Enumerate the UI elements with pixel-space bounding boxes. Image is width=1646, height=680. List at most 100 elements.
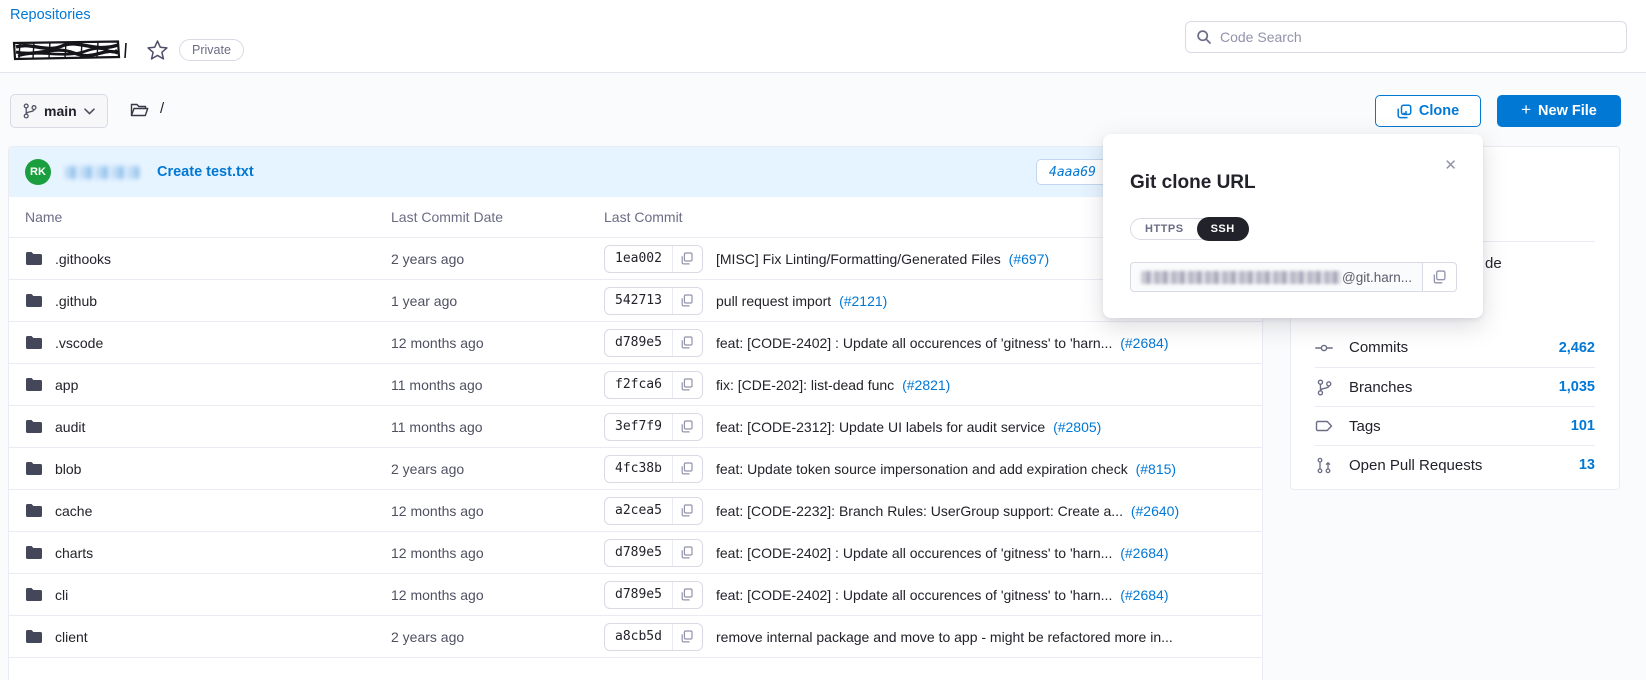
clone-url-input[interactable]: @git.harn... <box>1130 262 1423 292</box>
commit-sha-pill[interactable]: d789e5 <box>604 581 703 609</box>
latest-commit-message-link[interactable]: Create test.txt <box>157 164 254 180</box>
table-row[interactable]: .githooks 2 years ago 1ea002 [MISC] Fix … <box>9 238 1262 280</box>
last-commit-date: 12 months ago <box>391 335 484 351</box>
last-commit-date: 2 years ago <box>391 251 464 267</box>
stat-value: 2,462 <box>1559 340 1595 356</box>
commit-author-redacted <box>65 166 139 179</box>
copy-sha-button[interactable] <box>672 498 702 524</box>
folder-icon <box>25 293 43 308</box>
commit-message: feat: [CODE-2232]: Branch Rules: UserGro… <box>716 503 1123 519</box>
copy-sha-button[interactable] <box>672 540 702 566</box>
file-name: .githooks <box>55 251 111 267</box>
commit-sha: 4fc38b <box>605 461 672 476</box>
stat-row-tags[interactable]: Tags 101 <box>1315 406 1595 445</box>
commit-sha-pill[interactable]: 542713 <box>604 287 703 315</box>
commit-sha-pill[interactable]: a8cb5d <box>604 623 703 651</box>
table-row[interactable]: .vscode 12 months ago d789e5 feat: [CODE… <box>9 322 1262 364</box>
pr-number-link[interactable]: (#2805) <box>1053 419 1101 435</box>
pr-number-link[interactable]: (#2121) <box>839 293 887 309</box>
breadcrumb-repositories[interactable]: Repositories <box>10 7 91 23</box>
file-name: cache <box>55 503 92 519</box>
protocol-ssh[interactable]: SSH <box>1197 217 1249 241</box>
commit-sha: 3ef7f9 <box>605 419 672 434</box>
last-commit-date: 12 months ago <box>391 503 484 519</box>
column-header-name: Name <box>25 209 62 225</box>
copy-sha-button[interactable] <box>672 456 702 482</box>
copy-sha-button[interactable] <box>672 414 702 440</box>
commit-message: feat: Update token source impersonation … <box>716 461 1128 477</box>
root-folder-icon[interactable] <box>130 102 149 118</box>
commit-message: pull request import <box>716 293 831 309</box>
avatar: RK <box>25 159 51 185</box>
copy-sha-button[interactable] <box>672 372 702 398</box>
clone-button[interactable]: Clone <box>1375 95 1481 127</box>
close-icon[interactable]: ✕ <box>1444 158 1457 173</box>
table-row[interactable]: app 11 months ago f2fca6 fix: [CDE-202]:… <box>9 364 1262 406</box>
table-row[interactable]: cli 12 months ago d789e5 feat: [CODE-240… <box>9 574 1262 616</box>
file-table-body: .githooks 2 years ago 1ea002 [MISC] Fix … <box>9 238 1262 658</box>
new-file-button-label: New File <box>1538 103 1597 119</box>
favorite-star-icon[interactable] <box>146 39 169 61</box>
pr-number-link[interactable]: (#2684) <box>1120 587 1168 603</box>
pr-number-link[interactable]: (#2640) <box>1131 503 1179 519</box>
stat-row-branches[interactable]: Branches 1,035 <box>1315 367 1595 406</box>
copy-url-button[interactable] <box>1423 262 1457 292</box>
commit-sha: f2fca6 <box>605 377 672 392</box>
commit-sha-pill[interactable]: d789e5 <box>604 329 703 357</box>
new-file-button[interactable]: + New File <box>1497 95 1621 127</box>
clone-url-redacted <box>1141 271 1341 284</box>
table-row[interactable]: client 2 years ago a8cb5d remove interna… <box>9 616 1262 658</box>
table-row[interactable]: blob 2 years ago 4fc38b feat: Update tok… <box>9 448 1262 490</box>
commit-sha-pill[interactable]: 3ef7f9 <box>604 413 703 441</box>
stat-value: 1,035 <box>1559 379 1595 395</box>
top-header: Repositories Private <box>0 0 1646 73</box>
table-row[interactable]: cache 12 months ago a2cea5 feat: [CODE-2… <box>9 490 1262 532</box>
path-root[interactable]: / <box>160 100 164 117</box>
copy-sha-button[interactable] <box>672 288 702 314</box>
commit-sha-pill[interactable]: 4fc38b <box>604 455 703 483</box>
table-row[interactable]: audit 11 months ago 3ef7f9 feat: [CODE-2… <box>9 406 1262 448</box>
copy-sha-button[interactable] <box>672 582 702 608</box>
pull-request-icon <box>1315 457 1333 474</box>
commit-message: feat: [CODE-2402] : Update all occurence… <box>716 335 1112 351</box>
copy-sha-button[interactable] <box>672 330 702 356</box>
folder-icon <box>25 461 43 476</box>
commit-message: feat: [CODE-2312]: Update UI labels for … <box>716 419 1045 435</box>
table-row[interactable]: .github 1 year ago 542713 pull request i… <box>9 280 1262 322</box>
pr-number-link[interactable]: (#2684) <box>1120 335 1168 351</box>
protocol-toggle: HTTPS SSH <box>1130 218 1249 240</box>
commit-sha-pill[interactable]: d789e5 <box>604 539 703 567</box>
stat-row-commits[interactable]: Commits 2,462 <box>1315 328 1595 367</box>
commit-message: feat: [CODE-2402] : Update all occurence… <box>716 587 1112 603</box>
commit-sha: d789e5 <box>605 587 672 602</box>
pr-number-link[interactable]: (#2684) <box>1120 545 1168 561</box>
commit-sha-pill[interactable]: a2cea5 <box>604 497 703 525</box>
branch-selector[interactable]: main <box>10 94 108 128</box>
commit-message: fix: [CDE-202]: list-dead func <box>716 377 894 393</box>
stat-label: Tags <box>1349 418 1555 435</box>
copy-sha-button[interactable] <box>672 246 702 272</box>
file-name: cli <box>55 587 68 603</box>
pr-number-link[interactable]: (#697) <box>1009 251 1049 267</box>
latest-commit-sha-pill[interactable]: 4aaa69 <box>1036 159 1112 185</box>
file-browser-card: RK Create test.txt 4aaa69 Name Last Comm… <box>8 146 1263 680</box>
search-input[interactable] <box>1220 29 1616 45</box>
code-search-box <box>1185 21 1627 53</box>
stat-row-open-pull-requests[interactable]: Open Pull Requests 13 <box>1315 445 1595 484</box>
pr-number-link[interactable]: (#2821) <box>902 377 950 393</box>
last-commit-date: 11 months ago <box>391 419 483 435</box>
pr-number-link[interactable]: (#815) <box>1136 461 1176 477</box>
table-row[interactable]: charts 12 months ago d789e5 feat: [CODE-… <box>9 532 1262 574</box>
popover-title: Git clone URL <box>1130 172 1256 194</box>
commit-sha-pill[interactable]: f2fca6 <box>604 371 703 399</box>
stat-label: Open Pull Requests <box>1349 457 1563 474</box>
file-name: .github <box>55 293 97 309</box>
file-table-header: Name Last Commit Date Last Commit <box>9 197 1262 238</box>
protocol-https[interactable]: HTTPS <box>1131 218 1198 240</box>
commit-sha-pill[interactable]: 1ea002 <box>604 245 703 273</box>
visibility-badge: Private <box>179 39 244 61</box>
folder-icon <box>25 419 43 434</box>
last-commit-date: 12 months ago <box>391 587 484 603</box>
copy-sha-button[interactable] <box>672 624 702 650</box>
file-name: blob <box>55 461 81 477</box>
